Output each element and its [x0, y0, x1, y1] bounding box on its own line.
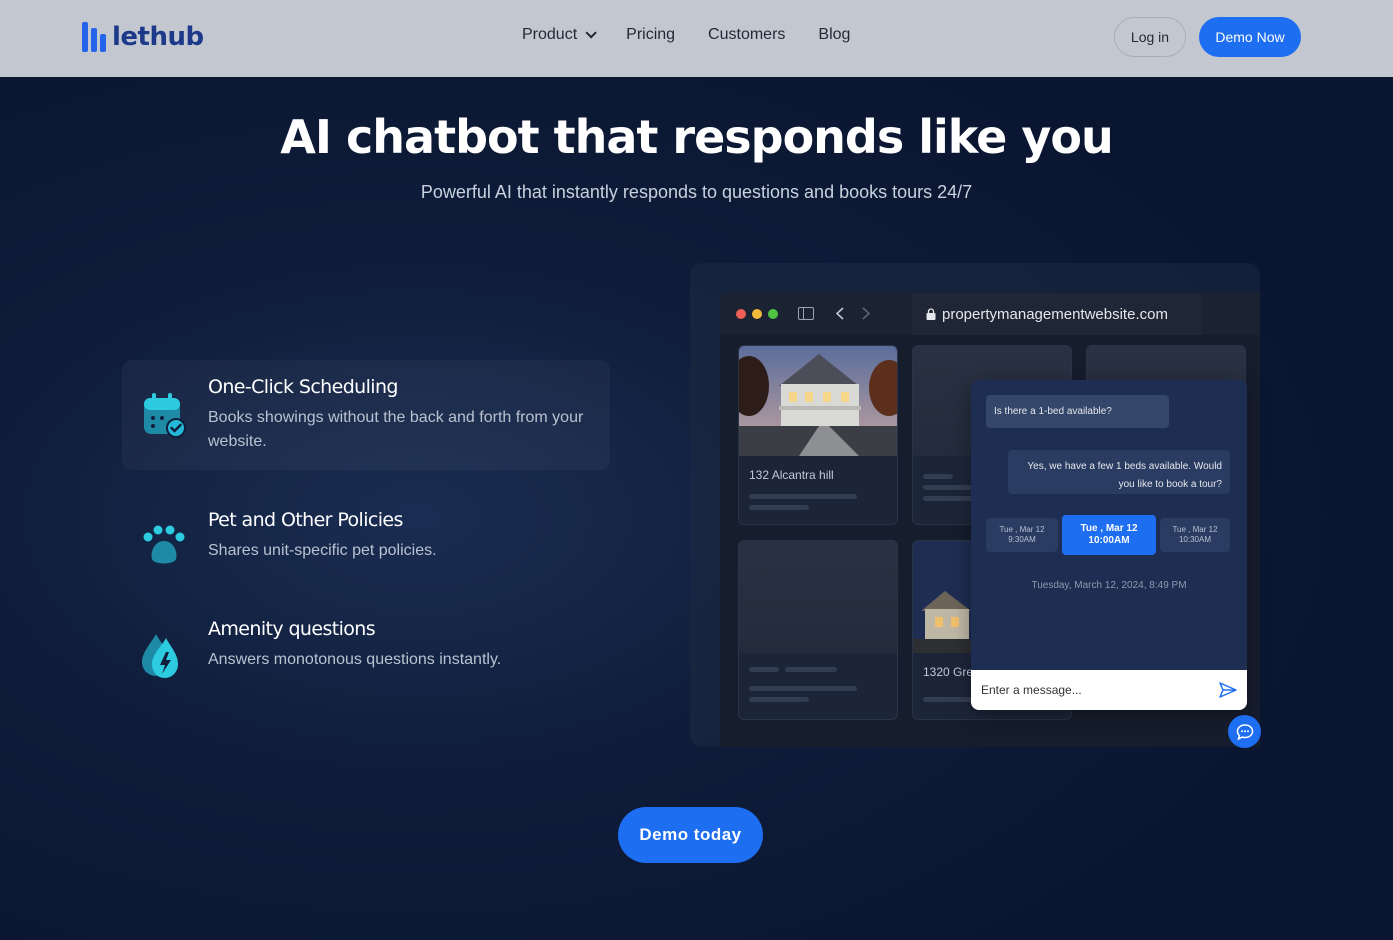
feature-pet-policies[interactable]: Pet and Other Policies Shares unit-speci… [122, 493, 610, 587]
login-button[interactable]: Log in [1114, 17, 1186, 57]
chat-widget: Is there a 1-bed available? Yes, we have… [971, 380, 1247, 710]
feature-title: Pet and Other Policies [208, 509, 403, 531]
logo-text: lethub [112, 22, 204, 52]
image-placeholder [739, 541, 897, 653]
chat-launcher-button[interactable] [1228, 715, 1261, 748]
nav-link-label: Customers [708, 26, 786, 43]
listing-card-placeholder [738, 540, 898, 720]
demo-now-button[interactable]: Demo Now [1199, 17, 1301, 57]
placeholder-row [749, 667, 887, 672]
slot-time: 9:30AM [1008, 535, 1036, 544]
nav-link-customers[interactable]: Customers [708, 26, 785, 44]
forward-arrow-icon [862, 307, 870, 320]
logo-icon [82, 22, 106, 52]
chat-timestamp: Tuesday, March 12, 2024, 8:49 PM [1031, 580, 1187, 591]
url-bar: propertymanagementwebsite.com [912, 293, 1202, 335]
send-icon[interactable] [1219, 682, 1237, 698]
feature-amenity-questions[interactable]: Amenity questions Answers monotonous que… [122, 602, 610, 696]
bot-message-line: Yes, we have a few 1 beds available. Wou… [1027, 461, 1222, 472]
maximize-dot-icon [768, 309, 778, 319]
bot-message-line: you like to book a tour? [1118, 479, 1222, 490]
feature-title: One-Click Scheduling [208, 376, 398, 398]
slot-date: Tue , Mar 12 [1172, 525, 1218, 534]
nav-link-label: Blog [818, 26, 851, 43]
nav-link-label: Product [522, 26, 578, 43]
placeholder-bar [749, 686, 857, 691]
listing-card: 132 Alcantra hill [738, 345, 898, 525]
placeholder-bar [749, 667, 779, 672]
close-dot-icon [736, 309, 746, 319]
url-text: propertymanagementwebsite.com [942, 305, 1168, 323]
placeholder-bar [749, 505, 809, 510]
slot-date: Tue , Mar 12 [1080, 523, 1138, 534]
slot-date: Tue , Mar 12 [999, 525, 1045, 534]
feature-description: Books showings without the back and fort… [208, 409, 584, 450]
nav-link-pricing[interactable]: Pricing [626, 26, 675, 44]
sidebar-toggle-icon [798, 307, 814, 320]
feature-description: Answers monotonous questions instantly. [208, 651, 502, 668]
lock-icon [926, 308, 936, 320]
bot-message: Yes, we have a few 1 beds available. Wou… [1008, 450, 1230, 494]
feature-scheduling[interactable]: One-Click Scheduling Books showings with… [122, 360, 610, 470]
placeholder-bar [749, 494, 857, 499]
nav-link-blog[interactable]: Blog [818, 26, 850, 44]
chat-bubble-icon [1236, 723, 1253, 740]
water-lightning-icon [140, 632, 188, 680]
chevron-down-icon [585, 27, 597, 39]
time-slot-option[interactable]: Tue , Mar 12 10:30AM [1160, 518, 1230, 552]
logo[interactable]: lethub [82, 22, 204, 52]
time-slot-selected[interactable]: Tue , Mar 12 10:00AM [1062, 515, 1156, 555]
calendar-check-icon [140, 390, 188, 438]
nav-links: Product Pricing Customers Blog [522, 26, 850, 44]
chat-message-input[interactable] [981, 683, 1219, 697]
demo-today-button[interactable]: Demo today [618, 807, 763, 863]
slot-time: 10:00AM [1088, 535, 1130, 546]
placeholder-bar [785, 667, 837, 672]
top-nav: lethub Product Pricing Customers Blog Lo… [0, 0, 1393, 77]
listing-address: 132 Alcantra hill [749, 468, 834, 482]
nav-link-product[interactable]: Product [522, 26, 597, 44]
minimize-dot-icon [752, 309, 762, 319]
back-arrow-icon [836, 307, 844, 320]
chat-input-bar [971, 670, 1247, 710]
feature-title: Amenity questions [208, 618, 376, 640]
paw-icon [140, 523, 188, 571]
placeholder-bar [749, 697, 809, 702]
placeholder-bar [923, 474, 953, 479]
house-photo [739, 346, 897, 456]
browser-toolbar: propertymanagementwebsite.com [720, 293, 1260, 335]
slot-time: 10:30AM [1178, 535, 1212, 544]
nav-link-label: Pricing [626, 26, 676, 43]
hero-subtitle: Powerful AI that instantly responds to q… [420, 182, 973, 202]
hero-title: AI chatbot that responds like you [280, 110, 1113, 164]
feature-description: Shares unit-specific pet policies. [208, 542, 437, 559]
time-slot-option[interactable]: Tue , Mar 12 9:30AM [986, 518, 1058, 552]
user-message: Is there a 1-bed available? [986, 395, 1169, 428]
